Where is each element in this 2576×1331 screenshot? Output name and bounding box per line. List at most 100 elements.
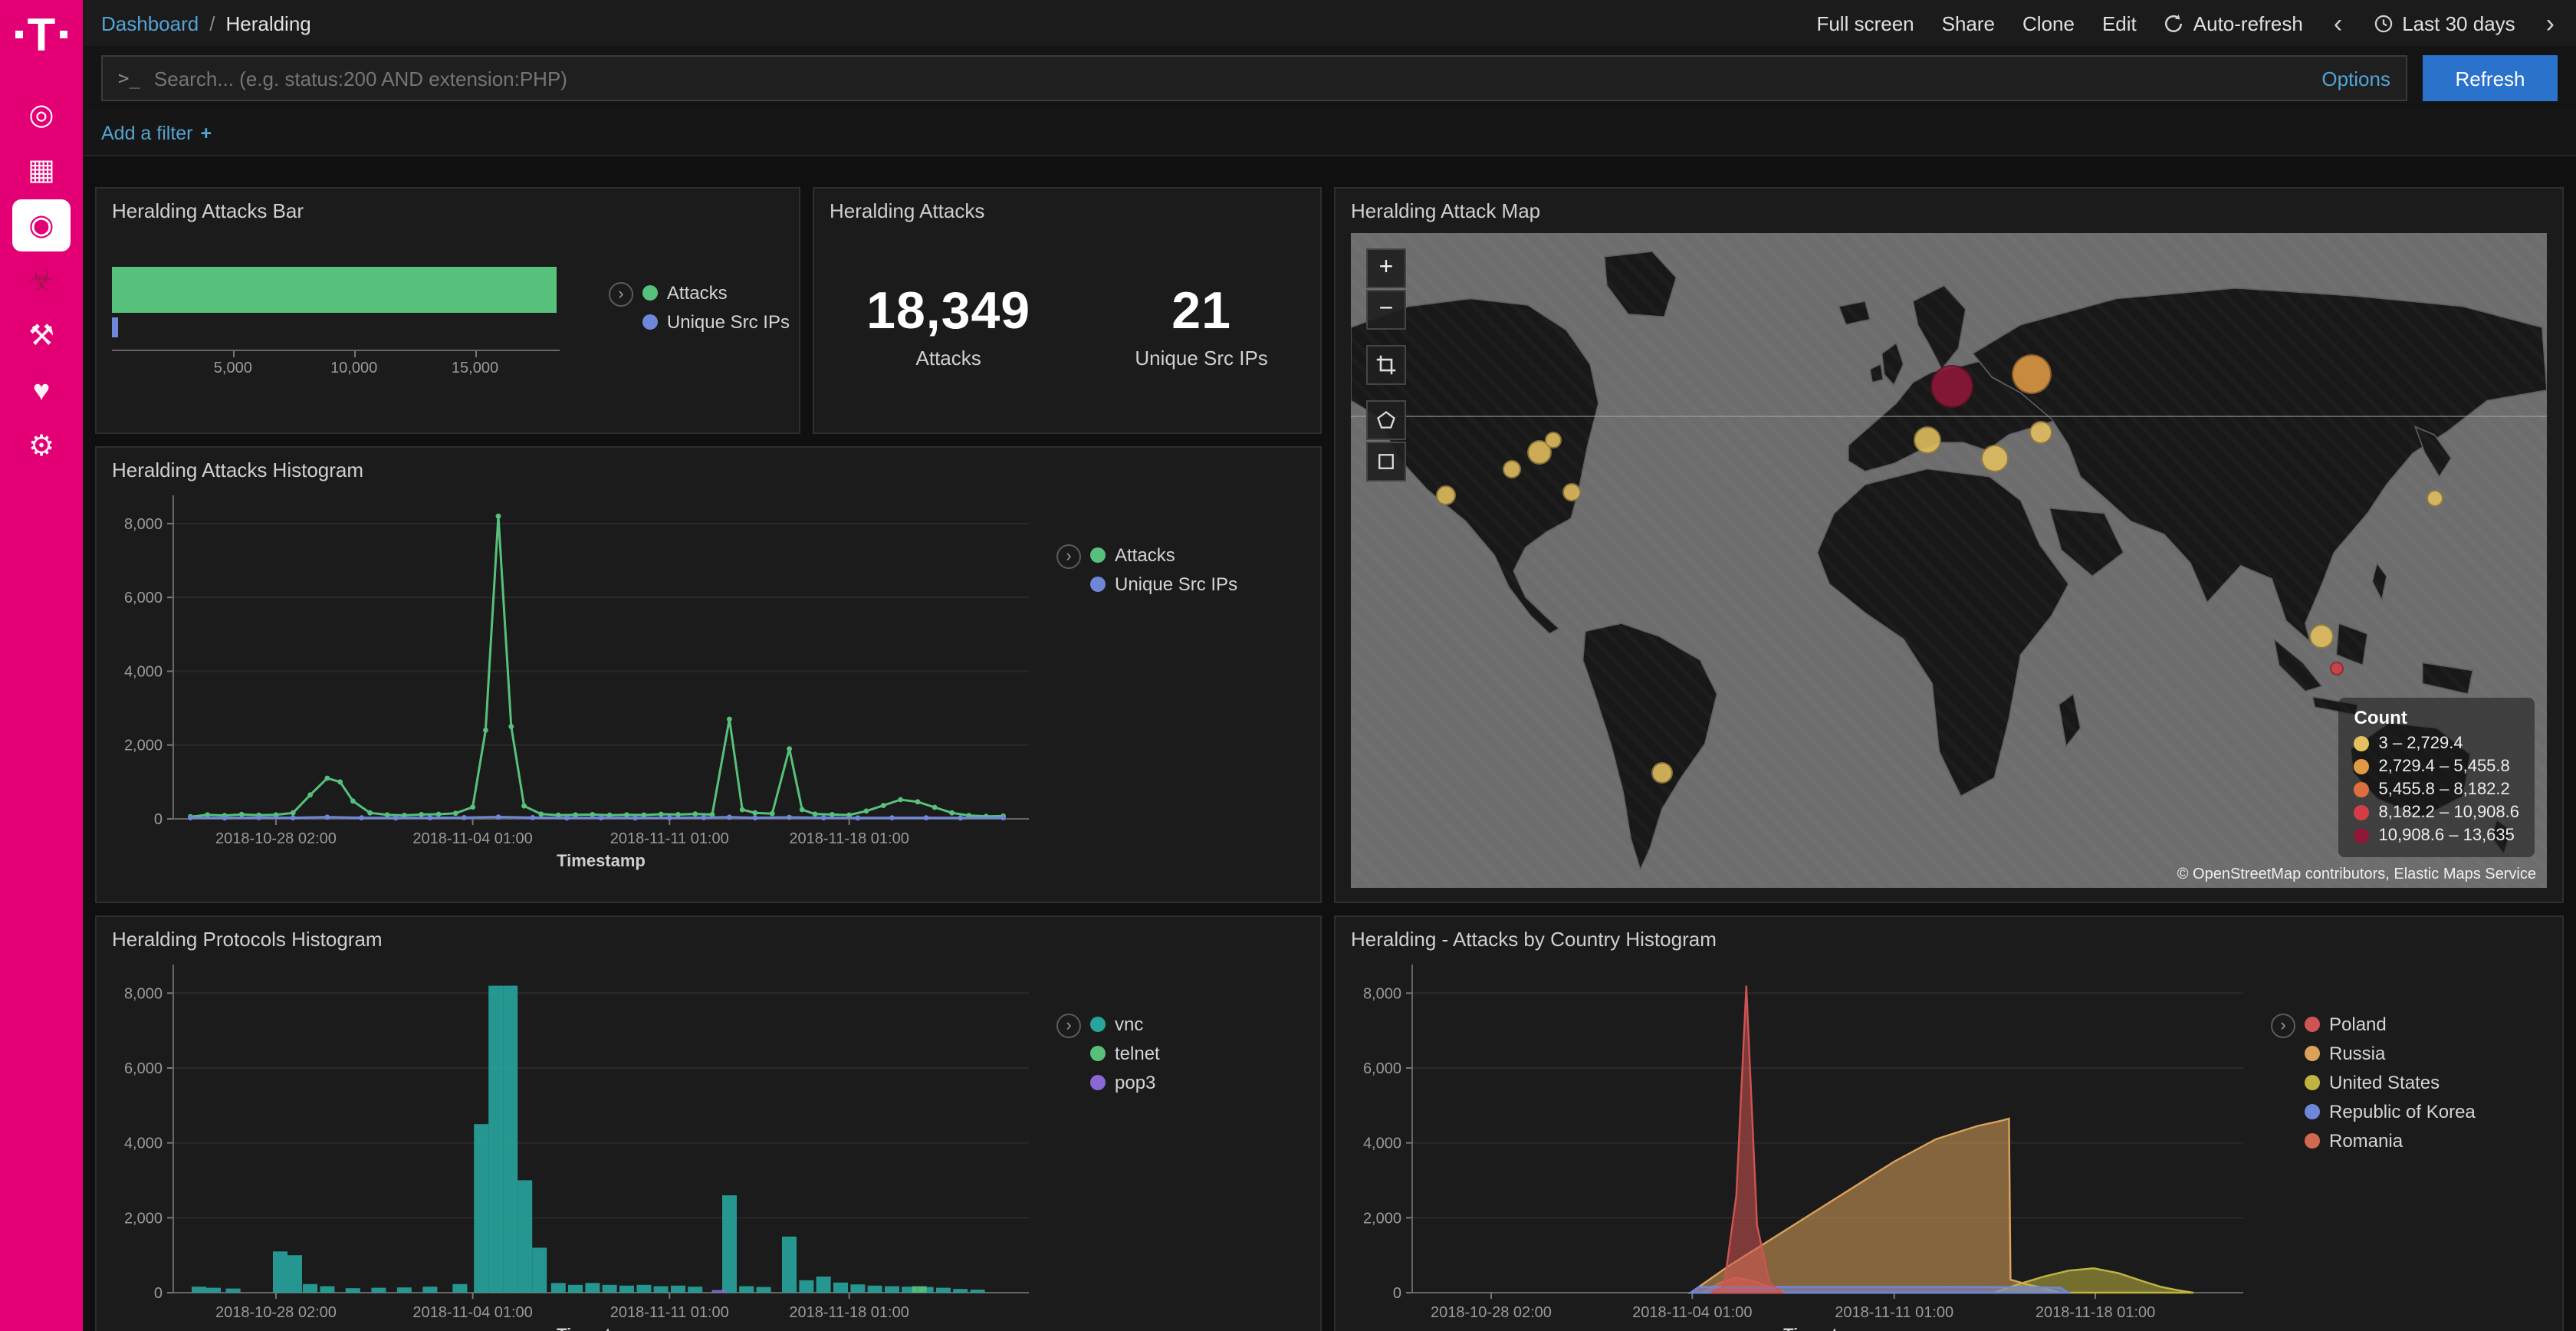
- legend-item-pop3[interactable]: pop3: [1090, 1072, 1160, 1093]
- search-box[interactable]: >_ Options: [101, 55, 2407, 101]
- refresh-icon: [2164, 13, 2184, 33]
- auto-refresh-button[interactable]: Auto-refresh: [2164, 12, 2303, 35]
- menu-clone[interactable]: Clone: [2022, 12, 2075, 35]
- panel-heralding-attack-map: Heralding Attack Map: [1334, 187, 2564, 903]
- sidebar-item-monitoring[interactable]: ◉: [12, 199, 71, 251]
- legend-color-dot: [2305, 1104, 2320, 1119]
- clock-icon: [2373, 13, 2393, 33]
- legend-item-unique-src-ips[interactable]: Unique Src IPs: [642, 311, 790, 333]
- metric-value: 18,349: [866, 282, 1030, 342]
- sidebar-item-threat[interactable]: ☣: [12, 255, 71, 307]
- menu-edit[interactable]: Edit: [2102, 12, 2137, 35]
- attack-location-circle[interactable]: [1545, 431, 1562, 448]
- legend-item-attacks[interactable]: Attacks: [1090, 544, 1237, 566]
- attack-location-circle[interactable]: [1982, 445, 2009, 473]
- time-forward-button[interactable]: ›: [2543, 10, 2558, 36]
- breadcrumb-dashboard-link[interactable]: Dashboard: [101, 12, 199, 35]
- legend-item-telnet[interactable]: telnet: [1090, 1043, 1160, 1064]
- monitoring-icon: ◉: [28, 211, 54, 240]
- attack-location-circle[interactable]: [2029, 421, 2052, 444]
- topnav-actions: Full screen Share Clone Edit Auto-refresh ‹…: [1816, 10, 2558, 36]
- legend-color-dot: [2305, 1133, 2320, 1149]
- legend-item-attacks[interactable]: Attacks: [642, 282, 790, 304]
- add-filter-link[interactable]: Add a filter: [101, 122, 193, 143]
- search-bar-row: >_ Options Refresh: [83, 46, 2576, 110]
- legend-color-dot: [2305, 1046, 2320, 1061]
- world-map[interactable]: + −: [1351, 233, 2547, 888]
- zoom-out-button[interactable]: −: [1366, 290, 1406, 330]
- legend-color-dot: [642, 285, 658, 301]
- legend-item-poland[interactable]: Poland: [2305, 1014, 2476, 1035]
- legend-label: pop3: [1115, 1072, 1155, 1093]
- attacks-histogram-chart: 02,0004,0006,0008,0002018-10-28 02:00201…: [106, 486, 1044, 871]
- map-legend-label: 8,182.2 – 10,908.6: [2379, 804, 2520, 822]
- plus-icon[interactable]: +: [201, 122, 212, 143]
- rectangle-icon: [1375, 451, 1397, 472]
- dashboard-icon: ◎: [28, 100, 54, 130]
- sidebar-item-visualize[interactable]: ▦: [12, 144, 71, 196]
- svg-text:4,000: 4,000: [124, 1135, 163, 1152]
- legend-collapse-button[interactable]: ›: [609, 282, 633, 307]
- search-input[interactable]: [154, 67, 2308, 90]
- legend-item-vnc[interactable]: vnc: [1090, 1014, 1160, 1035]
- legend-item-republic-of-korea[interactable]: Republic of Korea: [2305, 1101, 2476, 1122]
- legend-color-dot: [2305, 1075, 2320, 1090]
- svg-text:2018-11-04 01:00: 2018-11-04 01:00: [1632, 1304, 1752, 1321]
- legend: Poland Russia United States Republic of Kor…: [2305, 1014, 2476, 1331]
- telekom-logo[interactable]: T: [15, 0, 68, 86]
- sidebar-item-tools[interactable]: ⚒: [12, 310, 71, 362]
- attack-location-circle[interactable]: [1651, 763, 1673, 784]
- fit-bounds-button[interactable]: [1366, 345, 1406, 385]
- legend-collapse-button[interactable]: ›: [1056, 544, 1081, 569]
- legend: Attacks Unique Src IPs: [642, 282, 790, 389]
- metric-label: Unique Src IPs: [1135, 347, 1267, 370]
- attack-location-circle[interactable]: [1931, 366, 1974, 409]
- sidebar-item-settings[interactable]: ⚙: [12, 420, 71, 472]
- settings-icon: ⚙: [28, 432, 54, 461]
- attack-location-circle[interactable]: [1563, 482, 1582, 501]
- attack-location-circle[interactable]: [2012, 354, 2052, 394]
- crop-icon: [1375, 354, 1397, 376]
- health-icon: ♥: [33, 376, 51, 406]
- time-back-button[interactable]: ‹: [2331, 10, 2345, 36]
- options-link[interactable]: Options: [2321, 67, 2390, 90]
- refresh-button[interactable]: Refresh: [2423, 55, 2558, 101]
- legend-item-russia[interactable]: Russia: [2305, 1043, 2476, 1064]
- panel-title: Heralding Attacks Bar: [97, 189, 799, 227]
- metric-value: 21: [1135, 282, 1267, 342]
- legend-label: Republic of Korea: [2329, 1101, 2476, 1122]
- panel-heralding-protocols-histogram: Heralding Protocols Histogram 02,0004,00…: [95, 915, 1322, 1331]
- legend-collapse-button[interactable]: ›: [1056, 1014, 1081, 1038]
- legend-color-dot: [1090, 547, 1106, 563]
- draw-rectangle-button[interactable]: [1366, 442, 1406, 481]
- attack-location-circle[interactable]: [2427, 490, 2444, 507]
- legend-color-dot: [2354, 736, 2370, 751]
- legend-item-romania[interactable]: Romania: [2305, 1130, 2476, 1152]
- bar-attacks[interactable]: [112, 267, 556, 313]
- menu-share[interactable]: Share: [1942, 12, 1995, 35]
- legend-label: telnet: [1115, 1043, 1160, 1064]
- map-count-legend: Count 3 – 2,729.42,729.4 – 5,455.85,455.…: [2339, 698, 2535, 857]
- legend-collapse-button[interactable]: ›: [2271, 1014, 2295, 1038]
- metric-attacks: 18,349 Attacks: [866, 282, 1030, 370]
- attack-location-circle[interactable]: [2310, 623, 2334, 648]
- svg-text:2,000: 2,000: [124, 738, 163, 754]
- zoom-in-button[interactable]: +: [1366, 248, 1406, 288]
- time-range-picker[interactable]: Last 30 days: [2373, 12, 2515, 35]
- top-navbar: Dashboard / Heralding Full screenShareCl…: [83, 0, 2576, 46]
- menu-full-screen[interactable]: Full screen: [1816, 12, 1914, 35]
- attack-location-circle[interactable]: [1914, 426, 1941, 453]
- legend-item-united-states[interactable]: United States: [2305, 1072, 2476, 1093]
- sidebar-item-dashboard[interactable]: ◎: [12, 89, 71, 141]
- bar-unique-src-ips[interactable]: [112, 317, 118, 337]
- legend-item-unique-src-ips[interactable]: Unique Src IPs: [1090, 573, 1237, 595]
- svg-text:2018-11-11 01:00: 2018-11-11 01:00: [610, 830, 729, 847]
- legend-label: Unique Src IPs: [1115, 573, 1237, 595]
- attack-location-circle[interactable]: [2329, 662, 2343, 675]
- sidebar-item-health[interactable]: ♥: [12, 365, 71, 417]
- map-legend-label: 5,455.8 – 8,182.2: [2379, 781, 2510, 799]
- legend-label: United States: [2329, 1072, 2440, 1093]
- draw-polygon-button[interactable]: [1366, 400, 1406, 440]
- attack-location-circle[interactable]: [1502, 459, 1520, 478]
- attack-location-circle[interactable]: [1437, 485, 1457, 505]
